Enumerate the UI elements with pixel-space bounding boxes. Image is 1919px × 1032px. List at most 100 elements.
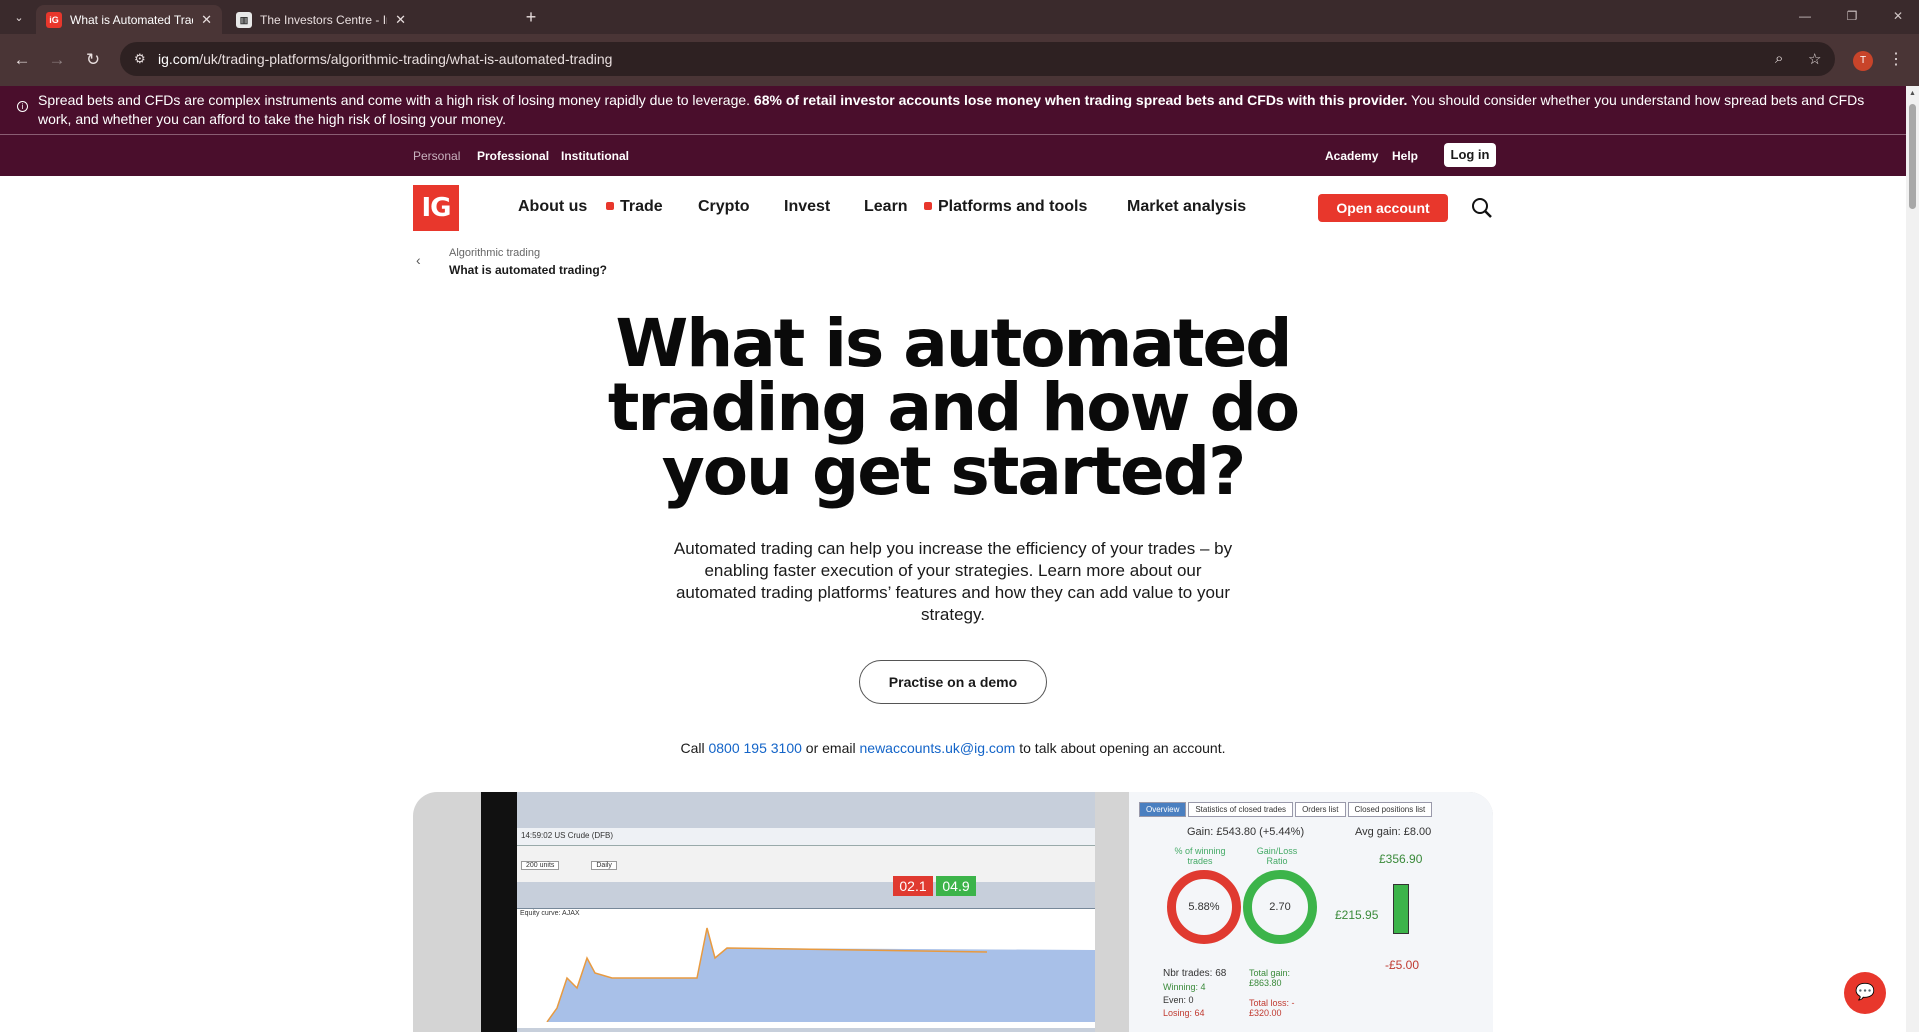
page-content: IG About us Trade Crypto Invest Learn Pl… xyxy=(0,176,1906,1032)
sell-price: 02.1 xyxy=(893,876,933,896)
prorealtime-window: 14:59:02 US Crude (DFB) 200 units Daily … xyxy=(481,792,1097,1032)
winning-trades-label: % of winning trades xyxy=(1174,846,1226,866)
nav-institutional[interactable]: Institutional xyxy=(561,149,629,163)
intro-paragraph: Automated trading can help you increase … xyxy=(673,539,1233,624)
period-select: Daily xyxy=(591,861,617,870)
site-info-icon[interactable]: ⚙ xyxy=(134,51,146,67)
browser-toolbar: ← → ↻ ⚙ ig.com/uk/trading-platforms/algo… xyxy=(0,34,1919,86)
scroll-thumb[interactable] xyxy=(1909,104,1916,209)
platform-screenshot-image: 14:59:02 US Crude (DFB) 200 units Daily … xyxy=(413,792,1493,1032)
winning-trades-donut: 5.88% xyxy=(1167,870,1241,944)
stats-tab: Overview xyxy=(1139,802,1187,817)
breadcrumb-back-chevron-icon[interactable]: ‹ xyxy=(416,252,421,268)
stats-tab: Statistics of closed trades xyxy=(1188,802,1294,817)
nav-platforms-label: Platforms and tools xyxy=(938,198,1088,215)
nav-personal[interactable]: Personal xyxy=(413,149,460,163)
stats-tabs: Overview Statistics of closed trades Order… xyxy=(1139,802,1434,817)
call-prefix: Call xyxy=(680,740,709,756)
losing-count: Losing: 64 xyxy=(1163,1008,1205,1018)
order-row: 200 units Daily xyxy=(517,846,1095,882)
tab-title: What is Automated Trading and xyxy=(70,12,193,27)
call-mid: or email xyxy=(801,740,860,756)
open-account-button[interactable]: Open account xyxy=(1318,194,1448,222)
close-tab-icon[interactable]: ✕ xyxy=(395,12,406,28)
address-bar[interactable]: ⚙ ig.com/uk/trading-platforms/algorithmi… xyxy=(120,42,1835,76)
equity-label: Equity curve: AJAX xyxy=(520,910,580,917)
nbr-trades: Nbr trades: 68 xyxy=(1163,968,1227,979)
minimize-icon[interactable]: — xyxy=(1785,9,1825,23)
nav-crypto[interactable]: Crypto xyxy=(698,198,750,216)
reload-icon[interactable]: ↻ xyxy=(82,50,104,70)
nav-trade[interactable]: Trade xyxy=(606,198,663,216)
gain-bar xyxy=(1393,884,1409,934)
back-arrow-icon[interactable]: ← xyxy=(11,50,33,70)
total-gain: Total gain: £863.80 xyxy=(1249,968,1291,988)
nav-academy[interactable]: Academy xyxy=(1325,149,1378,163)
bookmark-star-icon[interactable]: ☆ xyxy=(1808,50,1821,68)
risk-text-a: Spread bets and CFDs are complex instrum… xyxy=(38,92,754,108)
buy-price: 04.9 xyxy=(936,876,976,896)
page-scrollbar[interactable]: ▲ xyxy=(1906,86,1919,1032)
ratio-label: Gain/Loss Ratio xyxy=(1256,846,1298,866)
nav-platforms[interactable]: Platforms and tools xyxy=(924,198,1087,216)
units-select: 200 units xyxy=(521,861,560,870)
window-close-icon[interactable]: ✕ xyxy=(1878,9,1918,23)
contact-line: Call 0800 195 3100 or email newaccounts.… xyxy=(453,740,1453,756)
email-link[interactable]: newaccounts.uk@ig.com xyxy=(860,740,1016,756)
ratio-donut: 2.70 xyxy=(1243,870,1317,944)
search-icon[interactable] xyxy=(1470,196,1494,220)
winning-count: Winning: 4 xyxy=(1163,982,1206,992)
scroll-up-icon[interactable]: ▲ xyxy=(1909,90,1916,97)
page-title: What is automated trading and how do you… xyxy=(453,311,1453,505)
call-suffix: to talk about opening an account. xyxy=(1015,740,1226,756)
nav-learn[interactable]: Learn xyxy=(864,198,908,216)
equity-curve-chart: Equity curve: AJAX xyxy=(517,908,1097,1028)
even-count: Even: 0 xyxy=(1163,995,1194,1005)
breadcrumb-parent[interactable]: Algorithmic trading xyxy=(449,247,540,259)
profile-avatar[interactable]: T xyxy=(1853,51,1873,71)
audience-nav: Personal Professional Institutional Acad… xyxy=(0,135,1906,176)
dropdown-dot-icon xyxy=(924,202,932,210)
breadcrumb-current: What is automated trading? xyxy=(449,263,608,277)
instrument-header: 14:59:02 US Crude (DFB) xyxy=(517,828,1095,846)
restore-icon[interactable]: ❐ xyxy=(1832,9,1872,23)
url-text: ig.com/uk/trading-platforms/algorithmic-… xyxy=(158,51,613,67)
nav-help[interactable]: Help xyxy=(1392,149,1418,163)
info-icon: i xyxy=(17,101,28,112)
nav-professional[interactable]: Professional xyxy=(477,149,549,163)
avg-gain-label: Avg gain: £8.00 xyxy=(1355,826,1432,838)
nav-about-us[interactable]: About us xyxy=(518,198,587,216)
dropdown-dot-icon xyxy=(606,202,614,210)
ig-favicon-icon: iG xyxy=(46,11,62,28)
login-button[interactable]: Log in xyxy=(1444,143,1496,167)
close-tab-icon[interactable]: ✕ xyxy=(201,12,212,28)
gain-label: Gain: £543.80 (+5.44%) xyxy=(1187,826,1305,838)
nav-market-analysis[interactable]: Market analysis xyxy=(1127,198,1246,216)
tab-investors-centre[interactable]: ▥ The Investors Centre - Investing ✕ xyxy=(226,5,416,34)
avg-gain-value: £215.95 xyxy=(1335,908,1379,922)
stats-tab: Orders list xyxy=(1295,802,1346,817)
practise-demo-button[interactable]: Practise on a demo xyxy=(859,660,1047,704)
browser-menu-icon[interactable]: ⋮ xyxy=(1888,49,1904,69)
nav-trade-label: Trade xyxy=(620,198,663,215)
worst-trade-value: -£5.00 xyxy=(1385,958,1420,972)
ig-logo[interactable]: IG xyxy=(413,185,459,231)
risk-text-bold: 68% of retail investor accounts lose mon… xyxy=(753,92,1408,108)
risk-warning-banner: i Spread bets and CFDs are complex instr… xyxy=(0,86,1906,135)
nav-invest[interactable]: Invest xyxy=(784,198,830,216)
forward-arrow-icon[interactable]: → xyxy=(46,50,68,70)
stats-tab: Closed positions list xyxy=(1347,802,1433,817)
new-tab-plus-icon[interactable]: + xyxy=(520,7,542,28)
investors-centre-favicon-icon: ▥ xyxy=(236,11,252,28)
total-loss: Total loss: -£320.00 xyxy=(1249,998,1295,1018)
tab-list-chevron-icon[interactable]: ⌄ xyxy=(8,8,30,28)
backtest-statistics-panel: Overview Statistics of closed trades Order… xyxy=(1129,792,1493,1032)
tab-title: The Investors Centre - Investing xyxy=(260,12,387,27)
best-trade-value: £356.90 xyxy=(1379,852,1423,866)
phone-link[interactable]: 0800 195 3100 xyxy=(708,740,801,756)
tab-automated-trading[interactable]: iG What is Automated Trading and ✕ xyxy=(36,5,222,34)
chat-icon[interactable]: 💬 xyxy=(1844,972,1886,1014)
browser-tabbar: ⌄ iG What is Automated Trading and ✕ ▥ T… xyxy=(0,0,1919,34)
zoom-magnifier-icon[interactable]: ⌕ xyxy=(1775,50,1783,67)
equity-curve-line xyxy=(546,927,1097,1023)
